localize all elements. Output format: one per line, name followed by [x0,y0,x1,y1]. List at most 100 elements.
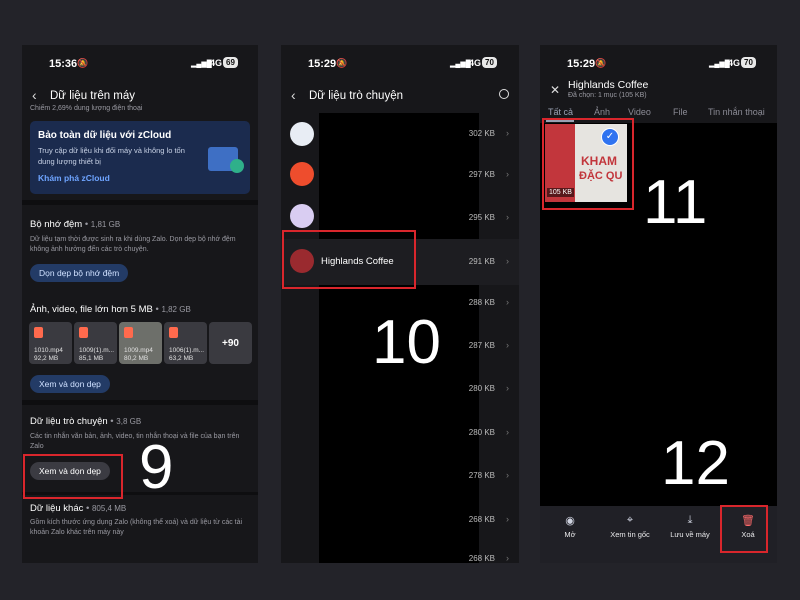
header-bar: ✕ Highlands Coffee Đã chọn: 1 mục (105 K… [540,75,777,105]
step-number-12: 12 [661,429,730,498]
close-icon[interactable]: ✕ [550,83,560,97]
chat-row[interactable]: 268 KB › [281,501,519,544]
chevron-right-icon: › [506,169,509,179]
section-divider [22,200,258,205]
chat-row[interactable]: 297 KB › [281,156,519,199]
media-thumb[interactable]: 1010.mp4 92,2 MB [29,322,72,364]
media-review-button[interactable]: Xem và dọn dẹp [30,375,110,393]
chat-title: Dữ liệu trò chuyện [30,416,108,427]
download-icon: ⤓ [687,514,693,526]
cache-description: Dữ liệu tạm thời được sinh ra khi dùng Z… [30,236,236,253]
pin-icon: ⌖ [626,514,634,526]
promo-title: Bảo toàn dữ liệu với zCloud [38,130,172,141]
video-file-icon [169,327,178,338]
highlight-box-chat-button [23,454,123,499]
status-bar: 15:29 🔕 ▂▄▆█ 4G 70 [540,45,777,79]
chevron-right-icon: › [506,256,509,266]
tab-voice[interactable]: Tin nhắn thoại [708,107,765,117]
tab-files[interactable]: File [673,107,688,117]
search-icon[interactable] [499,89,509,99]
page-title: Dữ liệu trên máy [50,90,136,102]
contact-avatar [290,122,314,146]
media-title-row: Ảnh, video, file lớn hơn 5 MB • 1,82 GB [30,304,191,315]
tab-videos[interactable]: Video [628,107,651,117]
zcloud-promo-card[interactable]: Bảo toàn dữ liệu với zCloud Truy cập dữ … [30,121,250,194]
chevron-right-icon: › [506,427,509,437]
media-thumb[interactable]: 1009.mp4 80,2 MB [119,322,162,364]
status-bar: 15:29 🔕 ▂▄▆█ 4G 70 [281,45,519,79]
promo-description: Truy cập dữ liệu khi đổi máy và không lo… [38,146,185,166]
phone-screen-2: 15:29 🔕 ▂▄▆█ 4G 70 ‹ Dữ liệu trò chuyện … [281,45,519,563]
step-number-11: 11 [643,168,708,237]
chevron-right-icon: › [506,128,509,138]
tab-all[interactable]: Tất cả [548,107,573,117]
chat-size: 302 KB [468,129,495,138]
chevron-right-icon: › [506,470,509,480]
other-title-row: Dữ liệu khác • 805,4 MB [30,503,127,514]
other-title: Dữ liệu khác [30,503,84,514]
chat-size: 280 KB [468,384,495,393]
chat-size: 291 KB [468,257,495,266]
thumb-size: 63,2 MB [169,355,194,362]
media-thumb[interactable]: 1009(1).m... 85,1 MB [74,322,117,364]
back-arrow-icon[interactable]: ‹ [32,87,37,103]
more-media-count: +90 [222,337,239,349]
usage-note: Chiếm 2,69% dung lượng điện thoại [30,105,143,112]
signal-icon: ▂▄▆█ [450,61,471,68]
status-time: 15:36 [49,58,78,70]
chevron-right-icon: › [506,553,509,563]
cache-size: 1,81 GB [90,220,121,229]
media-thumb-strip: 1010.mp4 92,2 MB 1009(1).m... 85,1 MB 10… [29,322,255,366]
chevron-right-icon: › [506,297,509,307]
chat-row[interactable]: 278 KB › [281,458,519,501]
media-size: 1,82 GB [161,305,191,314]
media-title: Ảnh, video, file lớn hơn 5 MB [30,304,153,315]
video-file-icon [124,327,133,338]
eye-icon: ◉ [565,515,575,527]
chat-row[interactable]: 302 KB › [281,113,519,156]
battery-level: 70 [741,57,756,68]
chevron-right-icon: › [506,383,509,393]
chat-row[interactable]: 280 KB › [281,414,519,457]
network-type: 4G [469,58,482,68]
view-original-button[interactable]: ⌖ Xem tin gốc [600,514,660,539]
signal-icon: ▂▄▆█ [709,61,730,68]
chat-size: 280 KB [468,428,495,437]
video-file-icon [79,327,88,338]
page-title: Dữ liệu trò chuyện [309,90,403,102]
chat-row[interactable]: 268 KB › [281,544,519,563]
back-arrow-icon[interactable]: ‹ [291,87,296,103]
cache-title-row: Bộ nhớ đệm • 1,81 GB [30,219,121,230]
header-bar: ‹ Dữ liệu trò chuyện [281,79,519,113]
clear-cache-button[interactable]: Dọn dẹp bộ nhớ đệm [30,264,129,282]
battery-level: 69 [223,57,238,68]
highlight-box-selected-item [542,118,634,210]
chat-size: 287 KB [468,341,495,350]
mute-bell-icon: 🔕 [77,58,89,68]
chat-size: 3,8 GB [116,417,142,426]
step-number-9: 9 [139,433,174,502]
step-number-10: 10 [372,308,441,377]
open-button[interactable]: ◉ Mở [540,514,600,539]
media-thumb[interactable]: 1006(1).m... 63,2 MB [164,322,207,364]
cache-title: Bộ nhớ đệm [30,219,83,230]
chat-row[interactable]: 280 KB › [281,371,519,414]
chevron-right-icon: › [506,212,509,222]
chat-size: 288 KB [468,298,495,307]
save-to-device-button[interactable]: ⤓ Lưu về máy [660,514,720,539]
thumb-size: 85,1 MB [79,355,104,362]
shopee-avatar [290,162,314,186]
status-time: 15:29 [308,58,337,70]
more-media-thumb[interactable]: +90 [209,322,252,364]
chat-size: 295 KB [468,213,495,222]
highlight-box-delete [720,505,768,553]
status-time: 15:29 [567,58,596,70]
chat-size: 268 KB [468,515,495,524]
chevron-right-icon: › [506,514,509,524]
promo-link[interactable]: Khám phá zCloud [38,173,110,183]
network-type: 4G [210,58,223,68]
selection-subtitle: Đã chọn: 1 mục (105 KB) [568,92,647,99]
chat-title-row: Dữ liệu trò chuyện • 3,8 GB [30,416,142,427]
tab-images[interactable]: Ảnh [594,107,610,117]
status-bar: 15:36 🔕 ▂▄▆█ 4G 69 [22,45,258,79]
